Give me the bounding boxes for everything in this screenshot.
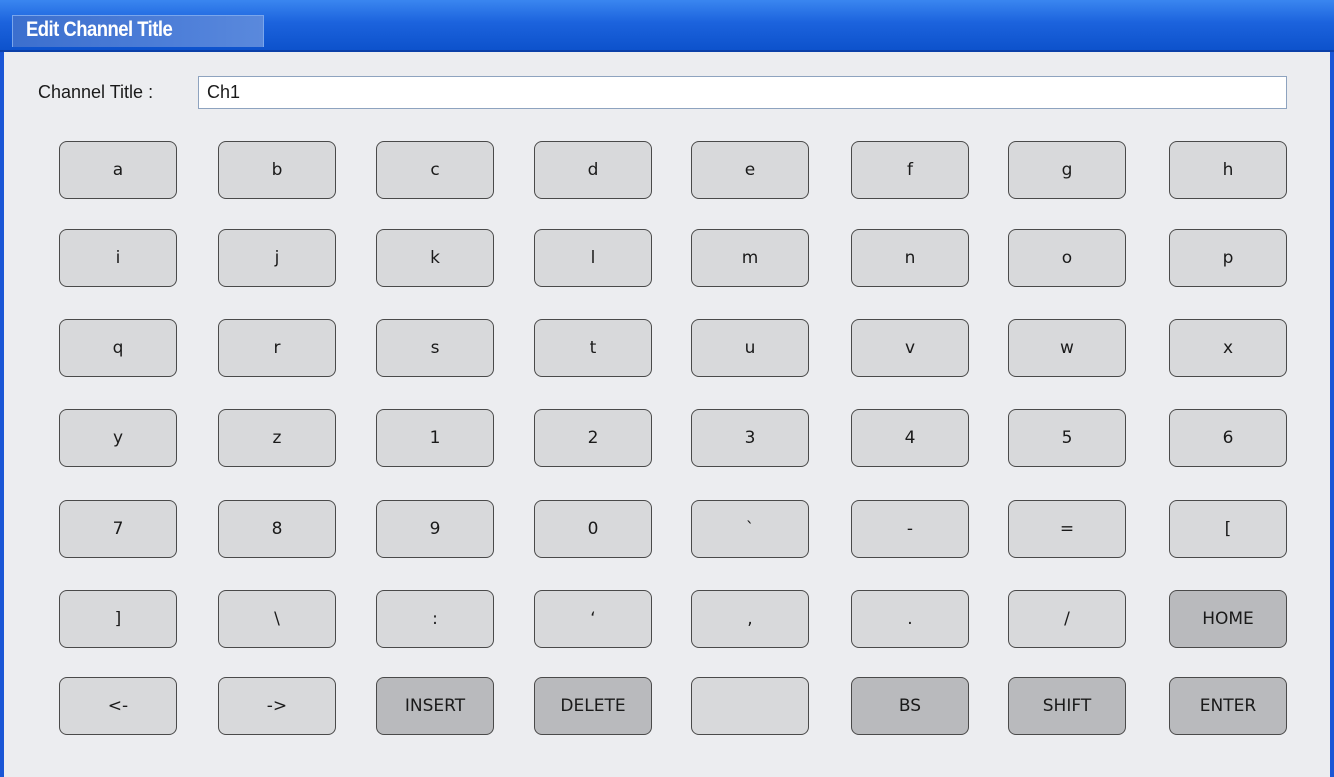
key-l[interactable]: l <box>534 229 652 287</box>
enter-key[interactable]: ENTER <box>1169 677 1287 735</box>
key-3[interactable]: 3 <box>691 409 809 467</box>
key-m[interactable]: m <box>691 229 809 287</box>
slash-key[interactable]: / <box>1008 590 1126 648</box>
key-s[interactable]: s <box>376 319 494 377</box>
key-p[interactable]: p <box>1169 229 1287 287</box>
key-o[interactable]: o <box>1008 229 1126 287</box>
space-key[interactable] <box>691 677 809 735</box>
key-k[interactable]: k <box>376 229 494 287</box>
key-u[interactable]: u <box>691 319 809 377</box>
key-7[interactable]: 7 <box>59 500 177 558</box>
key-2[interactable]: 2 <box>534 409 652 467</box>
key-v[interactable]: v <box>851 319 969 377</box>
key-i[interactable]: i <box>59 229 177 287</box>
key-n[interactable]: n <box>851 229 969 287</box>
key-b[interactable]: b <box>218 141 336 199</box>
home-key[interactable]: HOME <box>1169 590 1287 648</box>
backspace-key[interactable]: BS <box>851 677 969 735</box>
key-r[interactable]: r <box>218 319 336 377</box>
equals-key[interactable]: = <box>1008 500 1126 558</box>
key-h[interactable]: h <box>1169 141 1287 199</box>
key-6[interactable]: 6 <box>1169 409 1287 467</box>
key-t[interactable]: t <box>534 319 652 377</box>
key-a[interactable]: a <box>59 141 177 199</box>
cursor-right-key[interactable]: -> <box>218 677 336 735</box>
key-d[interactable]: d <box>534 141 652 199</box>
comma-key[interactable]: , <box>691 590 809 648</box>
minus-key[interactable]: - <box>851 500 969 558</box>
backslash-key[interactable]: \ <box>218 590 336 648</box>
key-4[interactable]: 4 <box>851 409 969 467</box>
key-f[interactable]: f <box>851 141 969 199</box>
open-bracket-key[interactable]: [ <box>1169 500 1287 558</box>
backtick-key[interactable]: ` <box>691 500 809 558</box>
cursor-left-key[interactable]: <- <box>59 677 177 735</box>
key-g[interactable]: g <box>1008 141 1126 199</box>
colon-key[interactable]: : <box>376 590 494 648</box>
edit-channel-title-window: Edit Channel Title Channel Title : abcde… <box>0 0 1334 777</box>
key-j[interactable]: j <box>218 229 336 287</box>
channel-title-label: Channel Title : <box>38 82 154 102</box>
key-w[interactable]: w <box>1008 319 1126 377</box>
period-key[interactable]: . <box>851 590 969 648</box>
key-e[interactable]: e <box>691 141 809 199</box>
window-title: Edit Channel Title <box>26 18 173 41</box>
close-bracket-key[interactable]: ] <box>59 590 177 648</box>
delete-key[interactable]: DELETE <box>534 677 652 735</box>
channel-title-input[interactable] <box>198 76 1287 109</box>
key-5[interactable]: 5 <box>1008 409 1126 467</box>
key-8[interactable]: 8 <box>218 500 336 558</box>
quote-key[interactable]: ‘ <box>534 590 652 648</box>
key-z[interactable]: z <box>218 409 336 467</box>
key-c[interactable]: c <box>376 141 494 199</box>
insert-key[interactable]: INSERT <box>376 677 494 735</box>
shift-key[interactable]: SHIFT <box>1008 677 1126 735</box>
key-q[interactable]: q <box>59 319 177 377</box>
key-y[interactable]: y <box>59 409 177 467</box>
key-1[interactable]: 1 <box>376 409 494 467</box>
key-x[interactable]: x <box>1169 319 1287 377</box>
key-0[interactable]: 0 <box>534 500 652 558</box>
title-bar: Edit Channel Title <box>0 0 1334 52</box>
key-9[interactable]: 9 <box>376 500 494 558</box>
